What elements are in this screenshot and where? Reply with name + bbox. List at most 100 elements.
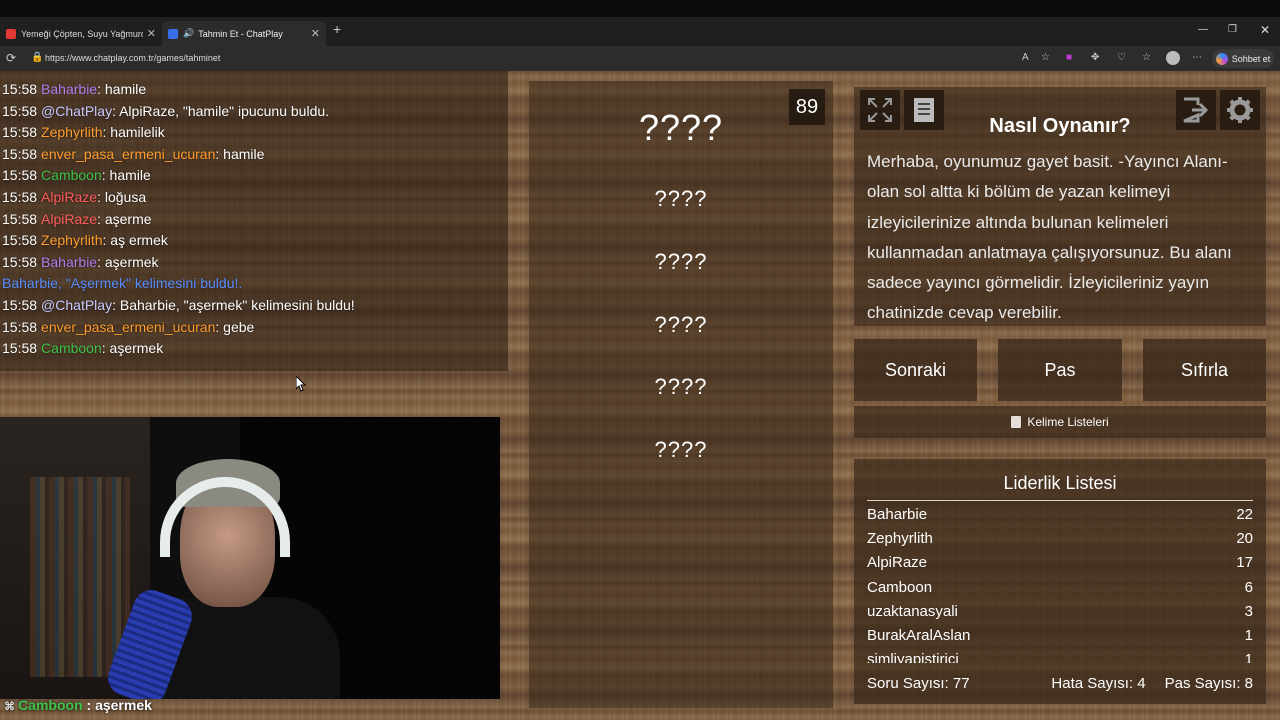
chat-message: 15:58 Camboon: hamile [2,167,151,183]
pass-button[interactable]: Pas [998,339,1122,401]
tab-title: Tahmin Et - ChatPlay [198,28,283,39]
chat-timestamp: 15:58 [2,318,38,335]
hidden-word: ???? [654,312,708,337]
chat-text: : aş ermek [102,232,168,249]
copilot-chat-button[interactable]: Sohbet et [1212,49,1274,68]
chatplay-icon [168,28,178,39]
chat-username[interactable]: Zephyrlith [41,232,102,248]
settings-gear-icon[interactable] [1220,90,1260,130]
player-name: Zephyrlith [867,530,933,548]
player-name: uzaktanasyali [867,602,958,620]
chat-message: 15:58 Zephyrlith: hamilelik [2,124,165,140]
leaderboard-panel: Liderlik Listesi Baharbie 22 Zephyrlith 20 A… [854,459,1266,704]
chat-timestamp: 15:58 [2,340,38,357]
chat-text: : gebe [215,318,255,335]
maximize-icon[interactable]: ❐ [1228,24,1237,35]
chat-username[interactable]: Camboon [41,340,102,356]
chat-text: : loğusa [97,189,147,205]
pass-count: Pas Sayısı: 8 [1164,675,1253,692]
leaderboard-row: simliyapistirici 1 [867,651,1253,663]
chat-message: 15:58 @ChatPlay: AlpiRaze, "hamile" ipucu… [2,103,329,119]
reload-icon[interactable]: ⟳ [6,51,16,65]
fullscreen-icon[interactable] [860,90,900,130]
youtube-icon [6,28,16,39]
favorite-star-icon[interactable]: ☆ [1041,52,1050,63]
tab-youtube[interactable]: Yemeği Çöpten, Suyu Yağmurdan... ✕ [0,21,162,46]
chat-username[interactable]: AlpiRaze [41,189,97,205]
copilot-label: Sohbet et [1231,53,1271,64]
word-lists-button[interactable]: Kelime Listeleri [854,406,1266,438]
chat-timestamp: 15:58 [2,145,38,162]
chat-text: : hamile [101,167,151,184]
chat-username[interactable]: @ChatPlay [41,297,112,313]
leaderboard-rows[interactable]: Baharbie 22 Zephyrlith 20 AlpiRaze 17 Camboon 6… [854,506,1266,663]
chat-username[interactable]: Zephyrlith [41,124,102,140]
main-word: ???? [638,107,724,148]
read-aloud-icon[interactable]: A [1022,52,1029,63]
chat-username[interactable]: Baharbie [41,254,97,270]
chat-text: : aşermek [101,340,164,357]
chat-timestamp: 15:58 [2,167,38,184]
logout-icon[interactable] [1176,90,1216,130]
chat-username[interactable]: Baharbie, "Aşermek" kelimesini buldu!. [2,275,242,291]
webcam-feed [0,417,500,699]
hidden-word: ???? [654,374,708,399]
notebook-icon [1011,416,1022,428]
chat-username[interactable]: @ChatPlay [41,103,112,119]
leaderboard-row: Zephyrlith 20 [867,530,1253,554]
performance-icon[interactable]: ♡ [1117,52,1126,63]
chat-timestamp: 15:58 [2,102,38,119]
player-name: AlpiRaze [867,554,928,572]
collections-icon[interactable]: ☆ [1142,52,1151,63]
player-score: 22 [1236,506,1253,523]
chat-message: 15:58 Baharbie: hamile [2,81,146,97]
next-button[interactable]: Sonraki [854,339,977,401]
chat-username[interactable]: Baharbie [41,81,97,97]
hidden-word: ???? [654,186,708,211]
chat-message: 15:58 @ChatPlay: Baharbie, "aşermek" keli… [2,297,355,313]
chat-username[interactable]: AlpiRaze [41,211,97,227]
how-to-play-text: Merhaba, oyunumuz gayet basit. -Yayıncı … [867,152,1232,323]
minimize-icon[interactable]: — [1198,24,1208,35]
more-menu-icon[interactable]: ⋯ [1192,52,1202,63]
extension-icon[interactable]: ■ [1066,52,1072,63]
chat-text: : aşermek [97,253,159,270]
reset-button[interactable]: Sıfırla [1143,339,1266,401]
url-field[interactable]: https://www.chatplay.com.tr/games/tahmin… [45,53,220,63]
chat-text: : hamile [97,81,147,97]
new-tab-button[interactable]: + [333,21,341,37]
chat-message: Baharbie, "Aşermek" kelimesini buldu!. [2,275,242,291]
question-count: Soru Sayısı: 77 [867,675,970,692]
chat-timestamp: 15:58 [2,81,38,97]
leaderboard-row: BurakAralAslan 1 [867,627,1253,651]
chat-message: 15:58 AlpiRaze: loğusa [2,189,146,205]
chat-message: 15:58 enver_pasa_ermeni_ucuran: hamile [2,146,264,162]
player-score: 1 [1244,627,1253,644]
player-score: 1 [1244,651,1253,663]
close-tab-icon[interactable]: ✕ [311,27,320,40]
leaderboard-stats: Soru Sayısı: 77 Hata Sayısı: 4 Pas Sayıs… [867,675,1253,692]
player-score: 17 [1236,554,1253,572]
lock-icon[interactable]: 🔒 [31,52,43,63]
chat-timestamp: 15:58 [2,124,38,141]
chat-username[interactable]: Camboon [41,167,102,183]
tab-bar: Yemeği Çöpten, Suyu Yağmurdan... ✕ 🔊 Tah… [0,17,1280,46]
leaderboard-row: uzaktanasyali 3 [867,603,1253,627]
notes-icon[interactable] [904,90,944,130]
chat-username[interactable]: enver_pasa_ermeni_ucuran [41,146,215,162]
how-to-play-panel: Nasıl Oynanır? Merhaba, oyunumuz gayet b… [854,87,1266,326]
overlay-chat-message: ⌘ Camboon : aşermek [4,697,152,713]
profile-avatar[interactable] [1166,51,1180,65]
game-page: 15:58 Baharbie: hamile 15:58 @ChatPlay: Alp… [0,71,1280,720]
chat-text: : AlpiRaze, "hamile" ipucunu buldu. [112,102,330,119]
chat-username[interactable]: enver_pasa_ermeni_ucuran [41,319,215,335]
speaker-icon[interactable]: 🔊 [183,28,194,39]
hidden-word: ???? [654,249,708,274]
close-tab-icon[interactable]: ✕ [147,27,156,40]
word-lists-label: Kelime Listeleri [1027,415,1109,429]
extensions-puzzle-icon[interactable]: ✥ [1091,52,1099,63]
tab-chatplay[interactable]: 🔊 Tahmin Et - ChatPlay ✕ [162,21,326,46]
close-window-icon[interactable]: ✕ [1260,23,1270,37]
leaderboard-row: Camboon 6 [867,579,1253,603]
overlay-icon: ⌘ [4,701,19,713]
